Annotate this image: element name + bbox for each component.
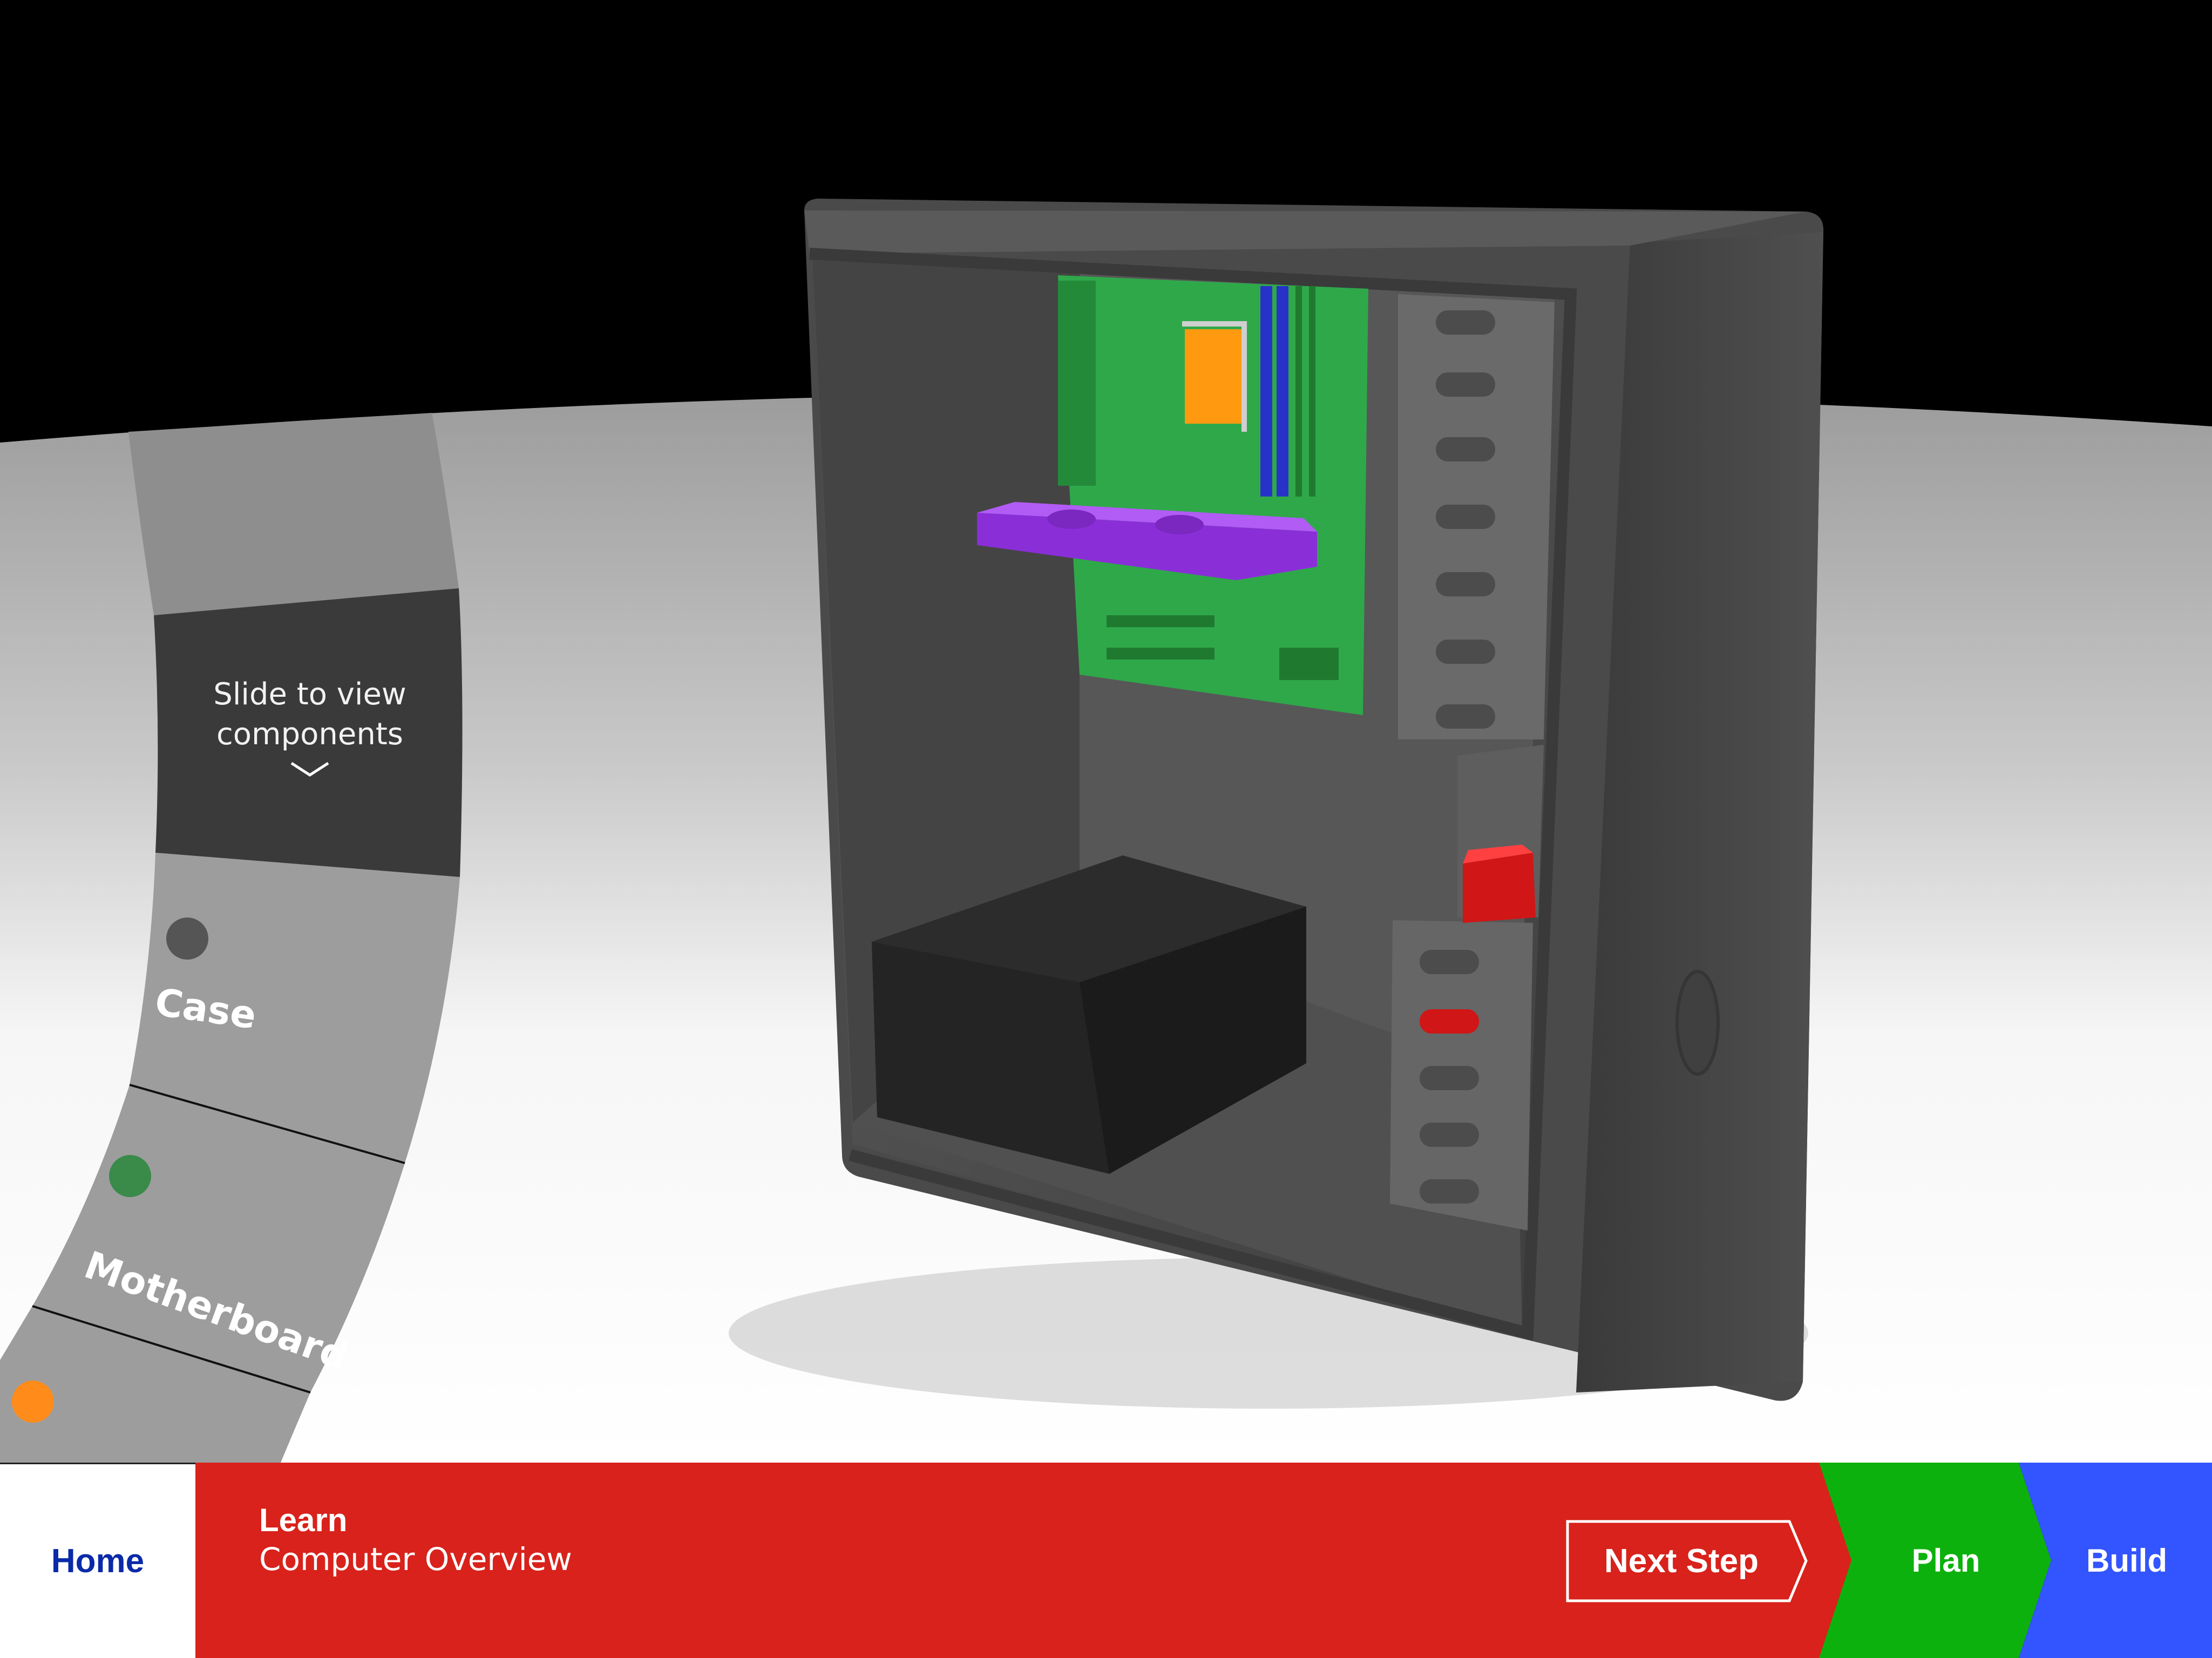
storage-drive[interactable] (1463, 845, 1536, 923)
cage-slot (1436, 310, 1495, 335)
nav-home-tab[interactable]: Home (0, 1463, 195, 1658)
motherboard-color-dot (109, 1155, 151, 1197)
motherboard[interactable] (1058, 275, 1368, 715)
wheel-hint: Slide to view components (162, 675, 458, 780)
nav-plan-label: Plan (1911, 1542, 1980, 1579)
cage-slot (1420, 1179, 1479, 1204)
wheel-hint-text: Slide to view components (213, 677, 406, 752)
learn-subtitle: Computer Overview (259, 1541, 572, 1578)
case-color-dot (166, 918, 208, 960)
next-step-label: Next Step (1604, 1543, 1759, 1580)
cage-slot (1420, 950, 1479, 974)
cage-slot (1420, 1123, 1479, 1147)
wheel-segment-top[interactable] (128, 413, 459, 615)
cage-slot (1420, 1066, 1479, 1090)
cage-slot (1436, 572, 1495, 596)
learn-title: Learn (259, 1502, 348, 1538)
cage-slot (1436, 505, 1495, 529)
cage-slot (1436, 437, 1495, 461)
cage-slot (1436, 704, 1495, 729)
cage-slot (1436, 372, 1495, 397)
cpu-color-dot (12, 1381, 54, 1423)
chevron-down-icon (290, 762, 329, 777)
cage-slot (1436, 640, 1495, 664)
nav-build-label: Build (2086, 1542, 2167, 1579)
cage-slot (1420, 1009, 1479, 1034)
